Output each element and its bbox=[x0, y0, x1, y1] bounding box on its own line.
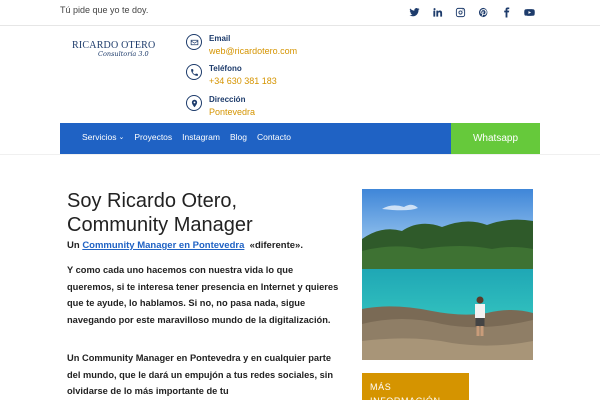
linkedin-icon[interactable] bbox=[431, 6, 444, 19]
address-value: Pontevedra bbox=[209, 107, 256, 117]
contact-address: Dirección Pontevedra bbox=[186, 95, 255, 118]
chevron-down-icon: ⌄ bbox=[118, 134, 125, 141]
twitter-icon[interactable] bbox=[408, 6, 421, 19]
nav-item-contacto[interactable]: Contacto bbox=[257, 132, 291, 142]
community-manager-link[interactable]: Community Manager en Pontevedra bbox=[82, 240, 244, 251]
nav-item-label: Blog bbox=[229, 132, 247, 142]
nav-item-label: Servicios bbox=[82, 132, 117, 142]
site-header: RICARDO OTERO Consultoría 3.0 Email web@… bbox=[0, 26, 600, 124]
phone-icon bbox=[186, 64, 202, 80]
phone-label: Teléfono bbox=[209, 64, 242, 73]
contact-email: Email web@ricardotero.com bbox=[186, 34, 297, 57]
email-link[interactable]: web@ricardotero.com bbox=[209, 45, 297, 57]
subtitle-suffix: «diferente». bbox=[249, 240, 303, 251]
nav-item-label: Contacto bbox=[256, 132, 291, 142]
nav-item-proyectos[interactable]: Proyectos bbox=[134, 132, 172, 142]
nav-item-label: Instagram bbox=[182, 132, 220, 142]
header-divider bbox=[0, 154, 600, 155]
subtitle-prefix: Un bbox=[67, 240, 80, 251]
more-info-button[interactable]: MÁS INFORMACIÓN bbox=[362, 373, 469, 400]
hero-photo bbox=[362, 189, 533, 360]
email-icon bbox=[186, 34, 202, 50]
youtube-icon[interactable] bbox=[523, 6, 536, 19]
intro-paragraph: Y como cada uno hacemos con nuestra vida… bbox=[67, 265, 339, 325]
instagram-icon[interactable] bbox=[454, 6, 467, 19]
contact-phone: Teléfono +34 630 381 183 bbox=[186, 64, 277, 87]
main-nav: Servicios ⌄ Proyectos Instagram Blog Con… bbox=[60, 123, 451, 154]
nav-item-servicios[interactable]: Servicios ⌄ bbox=[82, 132, 124, 142]
social-links bbox=[408, 6, 536, 19]
email-label: Email bbox=[209, 34, 231, 43]
top-bar: Tú pide que yo te doy. bbox=[0, 0, 600, 26]
whatsapp-button[interactable]: Whatsapp bbox=[451, 123, 540, 154]
location-pin-icon bbox=[186, 95, 202, 111]
logo-sub-text: Consultoría 3.0 bbox=[98, 50, 149, 58]
address-label: Dirección bbox=[209, 95, 246, 104]
title-line-2: Community Manager bbox=[67, 214, 253, 236]
site-logo[interactable]: RICARDO OTERO Consultoría 3.0 bbox=[72, 40, 155, 66]
title-line-1: Soy Ricardo Otero, bbox=[67, 190, 238, 212]
hero-subtitle: Un Community Manager en Pontevedra «dife… bbox=[67, 240, 303, 251]
nav-item-instagram[interactable]: Instagram bbox=[182, 132, 220, 142]
page-title: Soy Ricardo Otero, Community Manager bbox=[67, 189, 337, 237]
second-paragraph: Un Community Manager en Pontevedra y en … bbox=[67, 353, 334, 396]
tagline: Tú pide que yo te doy. bbox=[60, 5, 149, 15]
pinterest-icon[interactable] bbox=[477, 6, 490, 19]
nav-item-label: Proyectos bbox=[134, 132, 173, 142]
phone-link[interactable]: +34 630 381 183 bbox=[209, 75, 277, 87]
facebook-icon[interactable] bbox=[500, 6, 513, 19]
nav-item-blog[interactable]: Blog bbox=[230, 132, 247, 142]
